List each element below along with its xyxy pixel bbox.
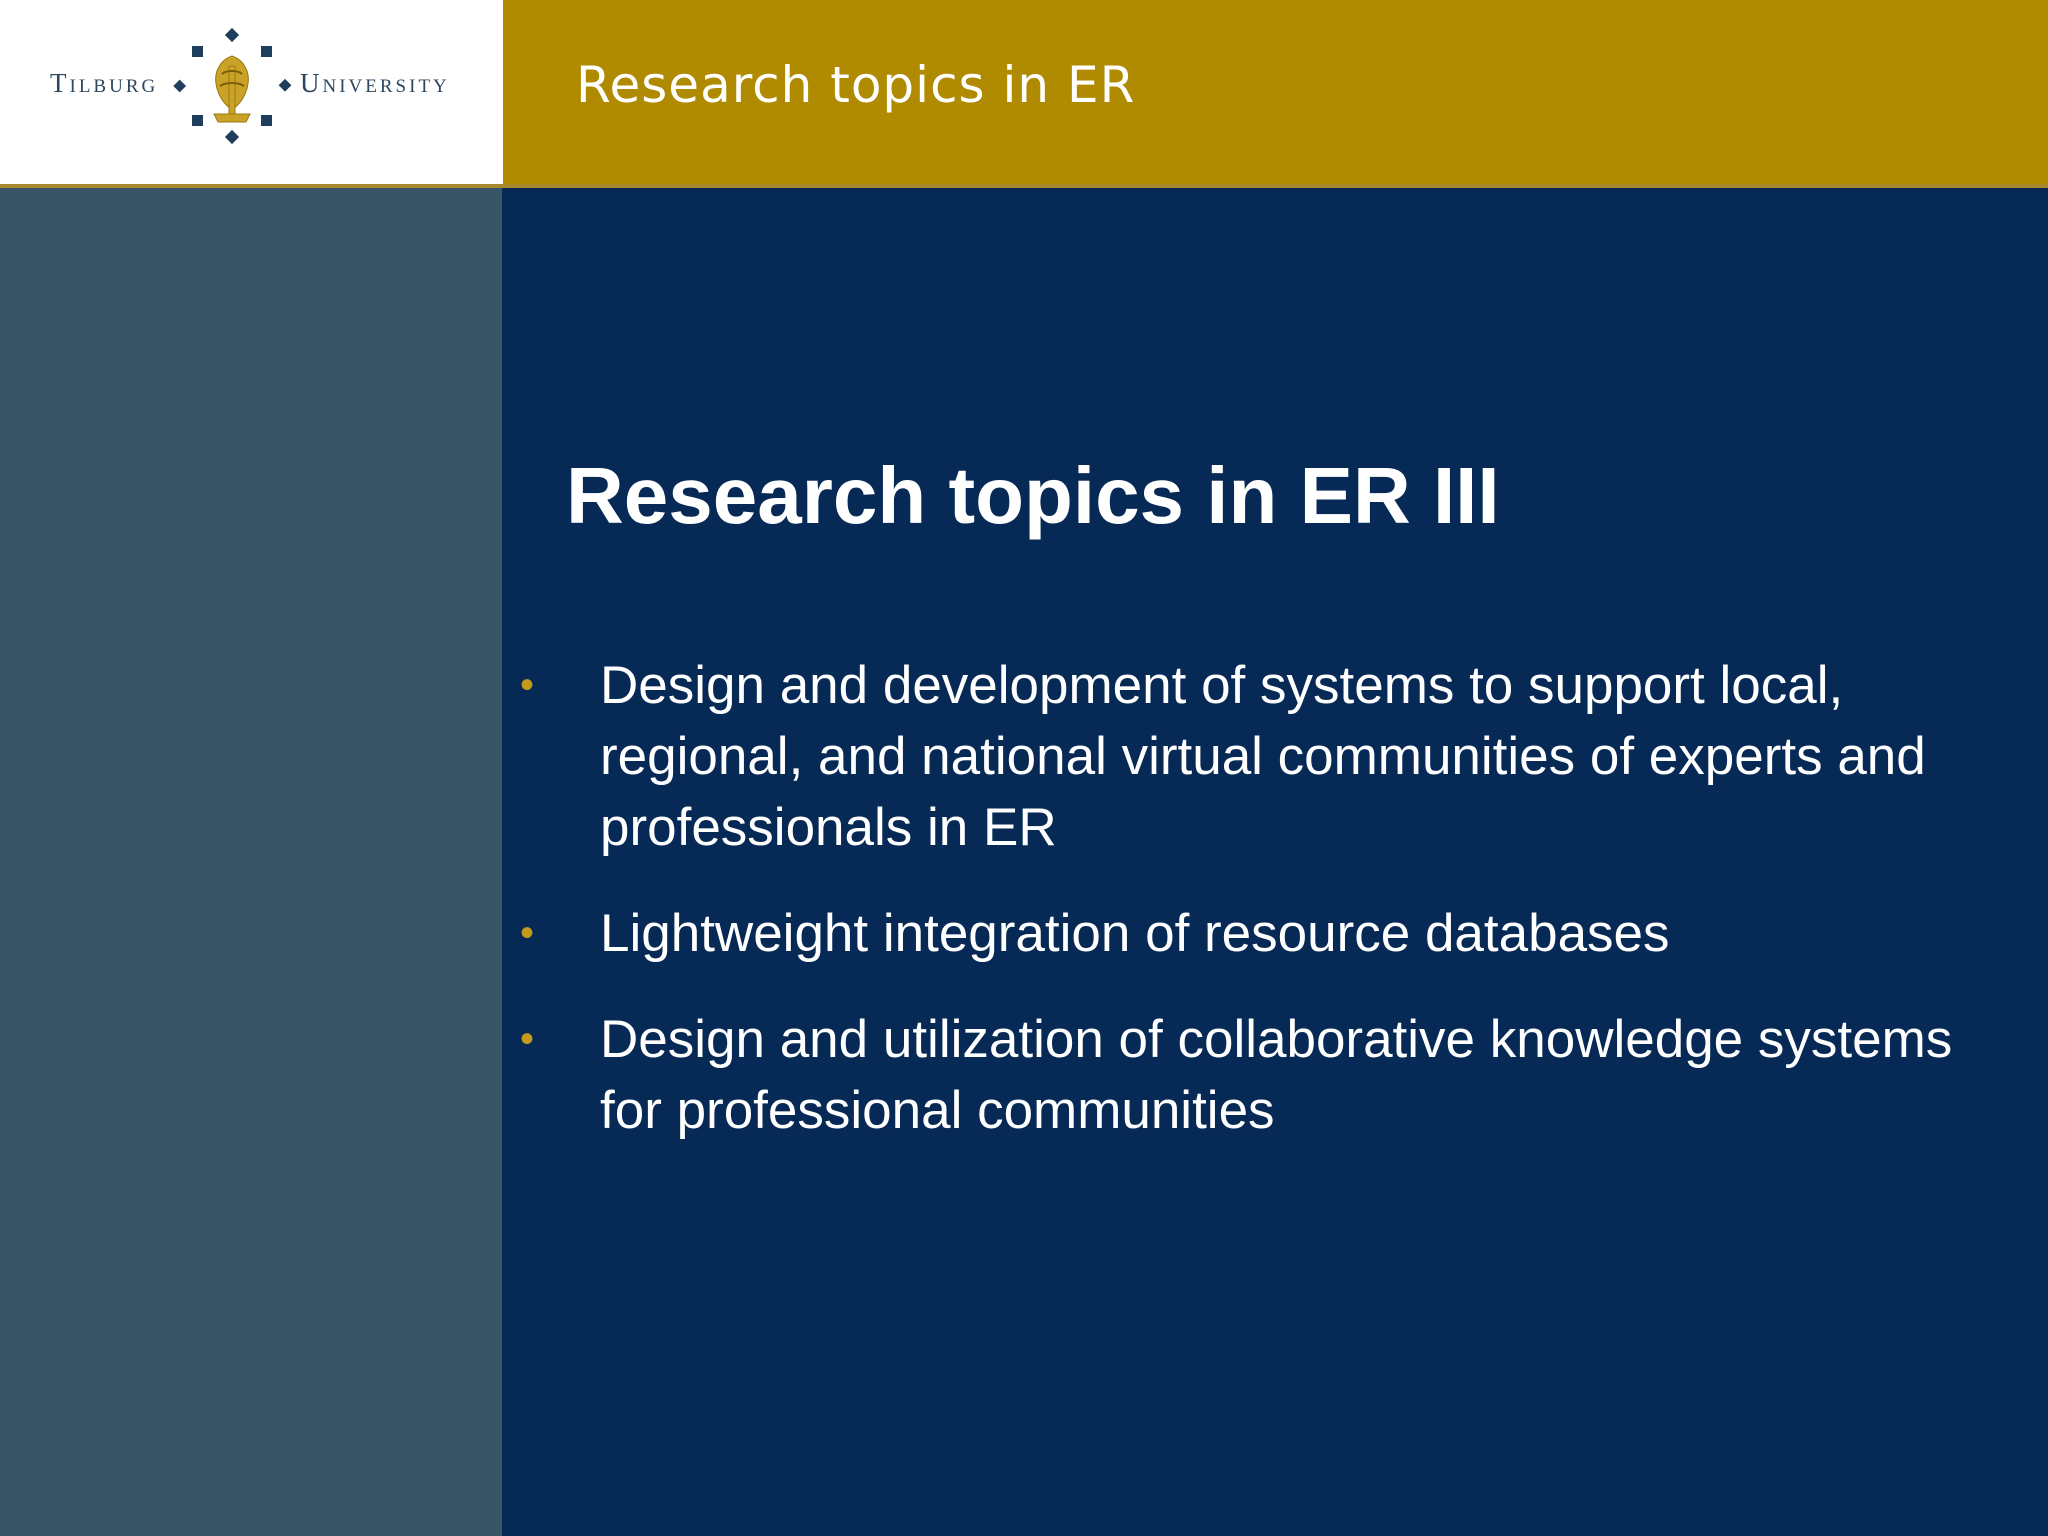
bullet-item: • Lightweight integration of resource da… (520, 898, 2020, 969)
logo-text-left: Tilburg (50, 68, 159, 98)
logo-area: Tilburg University (0, 0, 503, 184)
bullet-dot-icon: • (520, 911, 535, 955)
logo-text-right: University (300, 68, 450, 98)
bullet-dot-icon: • (520, 1017, 535, 1061)
slide-title: Research topics in ER III (566, 451, 1500, 540)
side-panel (0, 188, 502, 1536)
university-seal-icon (173, 27, 292, 145)
bullet-text: Lightweight integration of resource data… (600, 904, 1670, 963)
header-title: Research topics in ER (576, 56, 1136, 114)
bullet-list: • Design and development of systems to s… (520, 650, 2020, 1181)
bullet-item: • Design and utilization of collaborativ… (520, 1004, 2020, 1146)
bullet-dot-icon: • (520, 663, 535, 707)
bullet-item: • Design and development of systems to s… (520, 650, 2020, 863)
bullet-text: Design and development of systems to sup… (600, 656, 1926, 857)
bullet-text: Design and utilization of collaborative … (600, 1010, 1953, 1140)
